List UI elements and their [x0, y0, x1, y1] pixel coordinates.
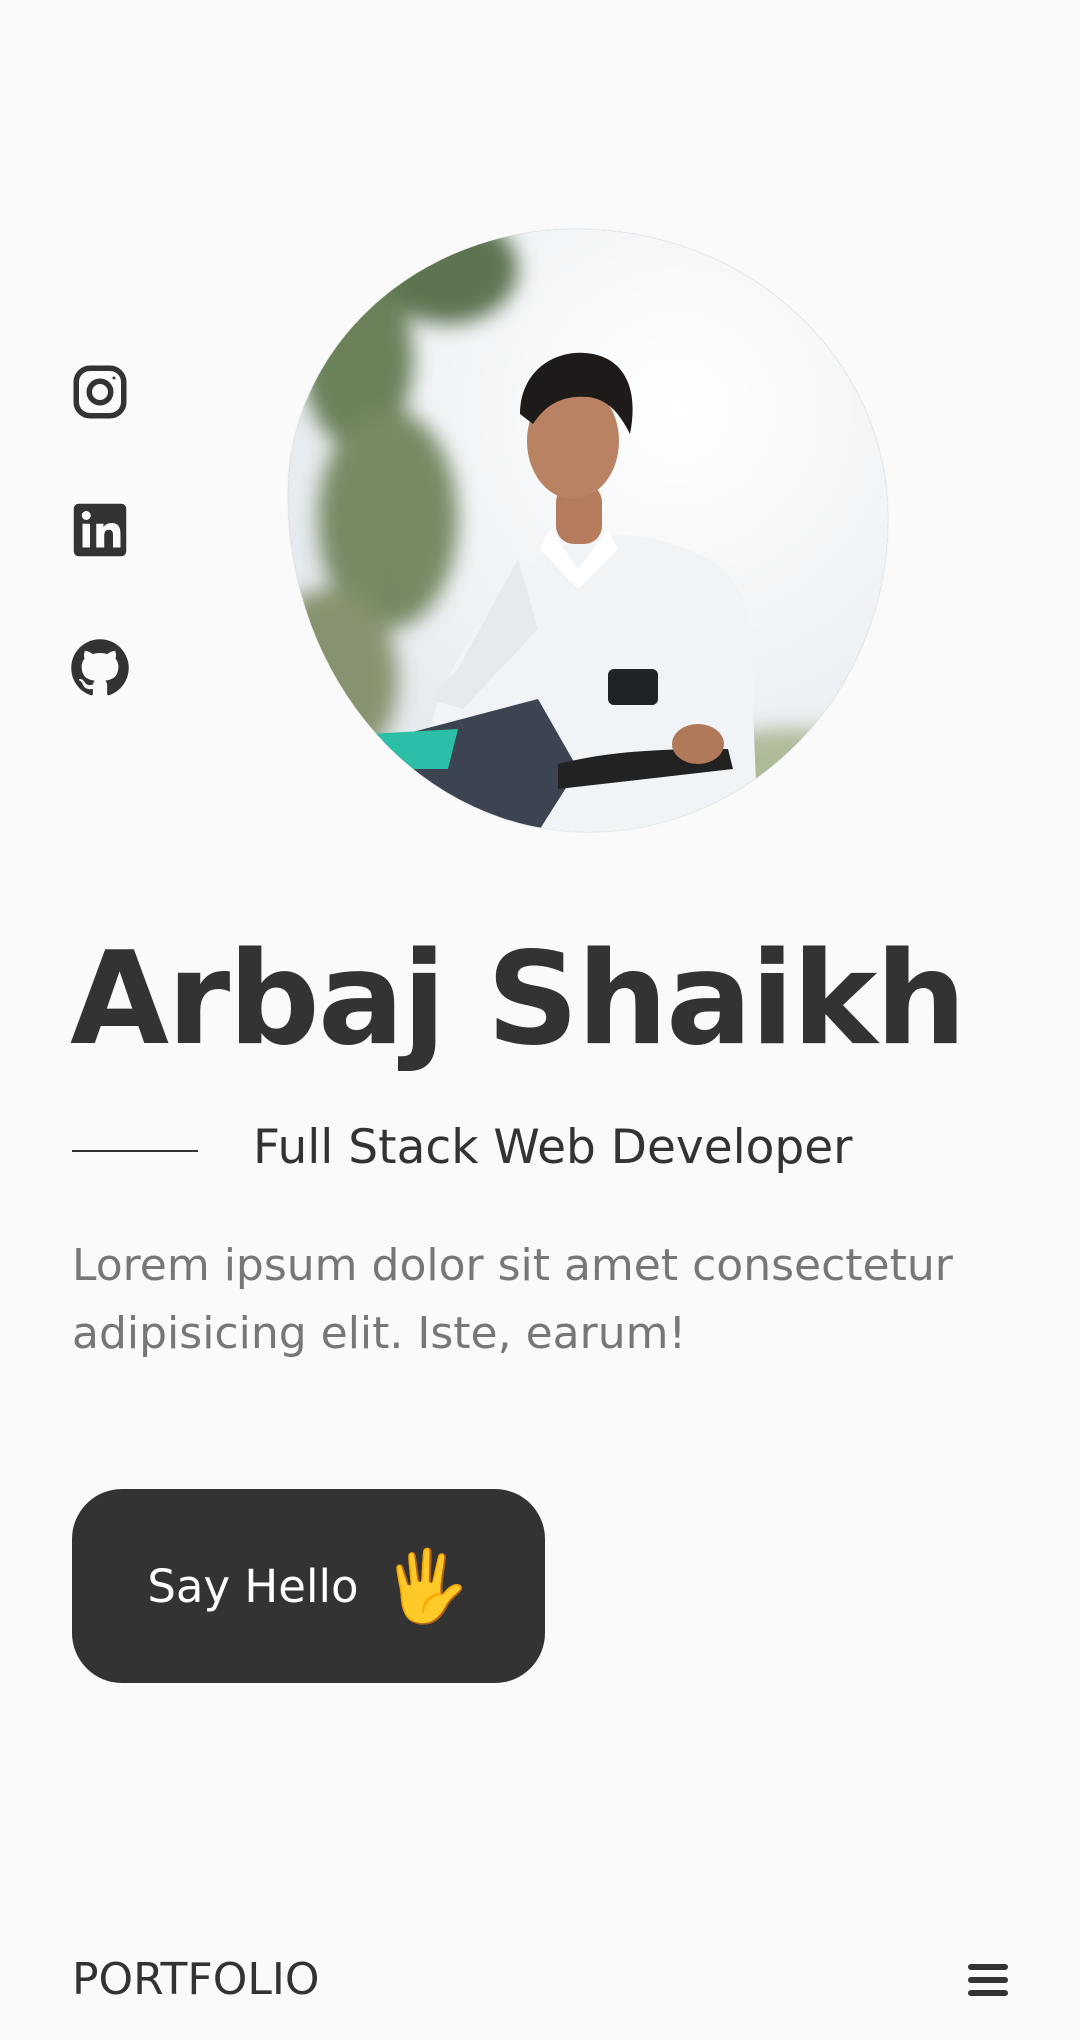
portfolio-logo[interactable]: PORTFOLIO [72, 1954, 319, 2005]
github-link[interactable] [70, 638, 130, 698]
instagram-icon [70, 362, 130, 422]
hero-description: Lorem ipsum dolor sit amet consectetur a… [72, 1240, 953, 1359]
say-hello-button[interactable]: Say Hello 🖐 [72, 1489, 545, 1683]
waving-hand-icon: 🖐 [382, 1545, 470, 1627]
menu-icon[interactable] [964, 1956, 1012, 2004]
github-icon [70, 638, 130, 698]
say-hello-label: Say Hello [147, 1559, 359, 1613]
linkedin-icon [70, 500, 130, 560]
profile-image [288, 229, 888, 832]
hero-subtitle: Full Stack Web Developer [253, 1120, 853, 1175]
hero-name: Arbaj Shaikh [70, 925, 966, 1074]
instagram-link[interactable] [70, 362, 130, 422]
linkedin-link[interactable] [70, 500, 130, 560]
subtitle-divider [72, 1150, 198, 1152]
